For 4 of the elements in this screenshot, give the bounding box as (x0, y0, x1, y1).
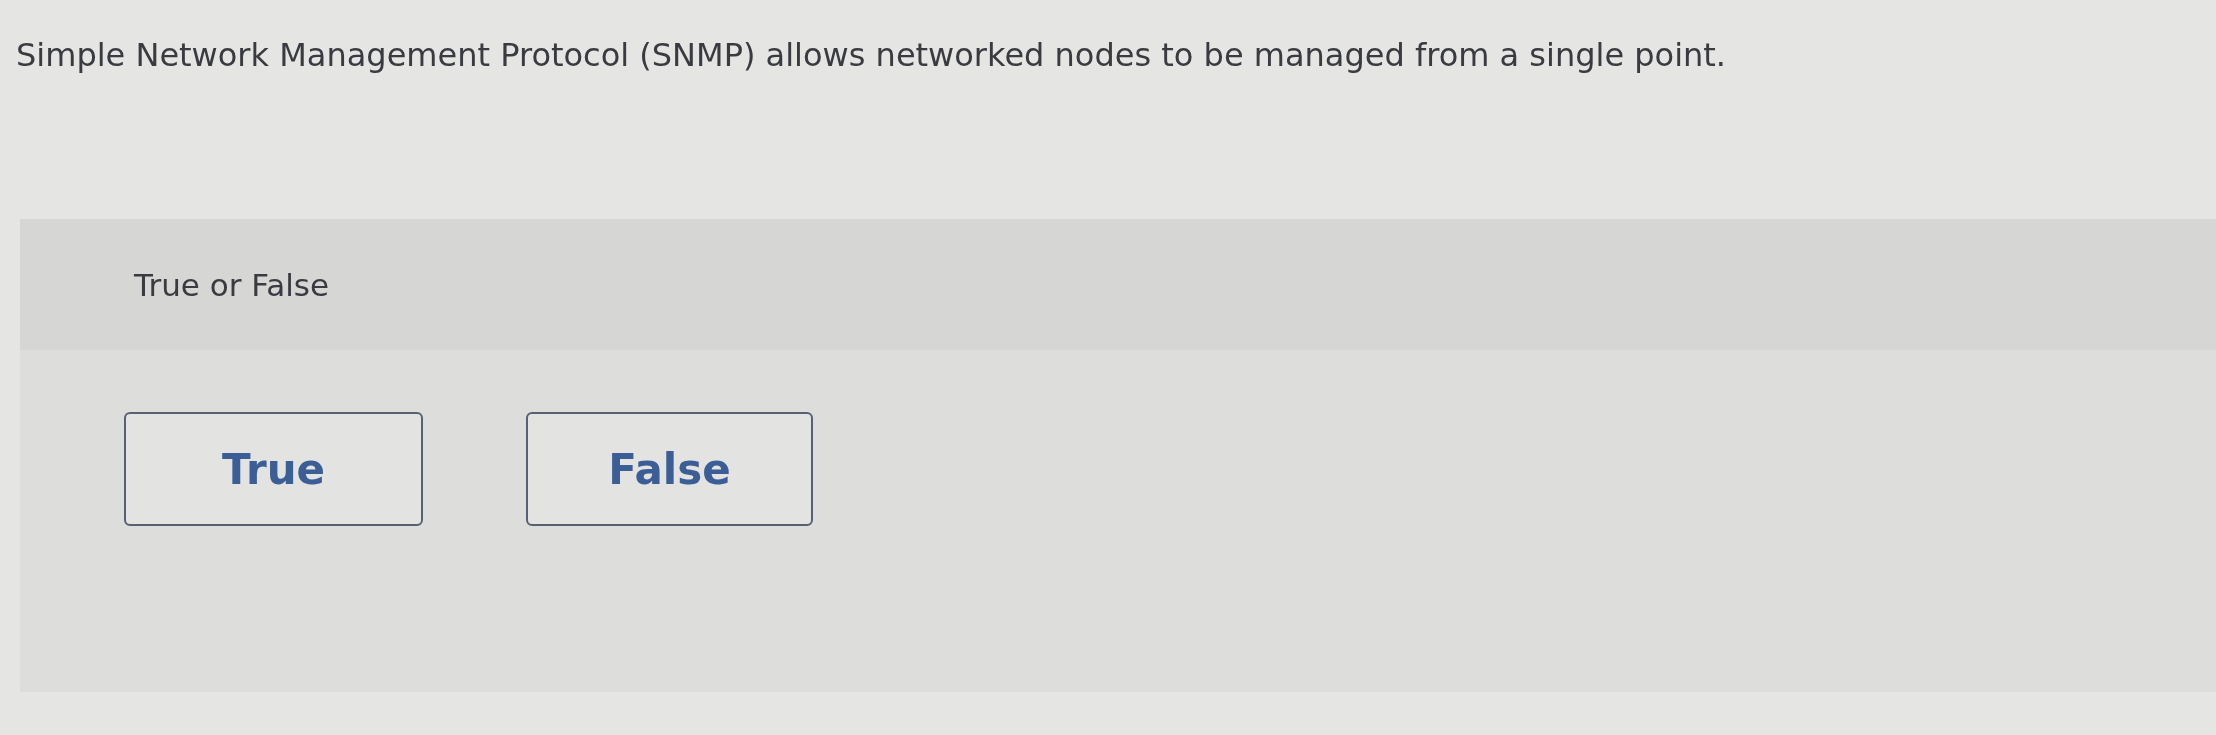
answer-option-button[interactable]: True (124, 412, 423, 526)
answer-option-button[interactable]: False (526, 412, 813, 526)
instruction-text: True or False (134, 266, 330, 303)
question-text: Simple Network Management Protocol (SNMP) allows networked nodes to be managed from a single point. (16, 35, 1726, 76)
